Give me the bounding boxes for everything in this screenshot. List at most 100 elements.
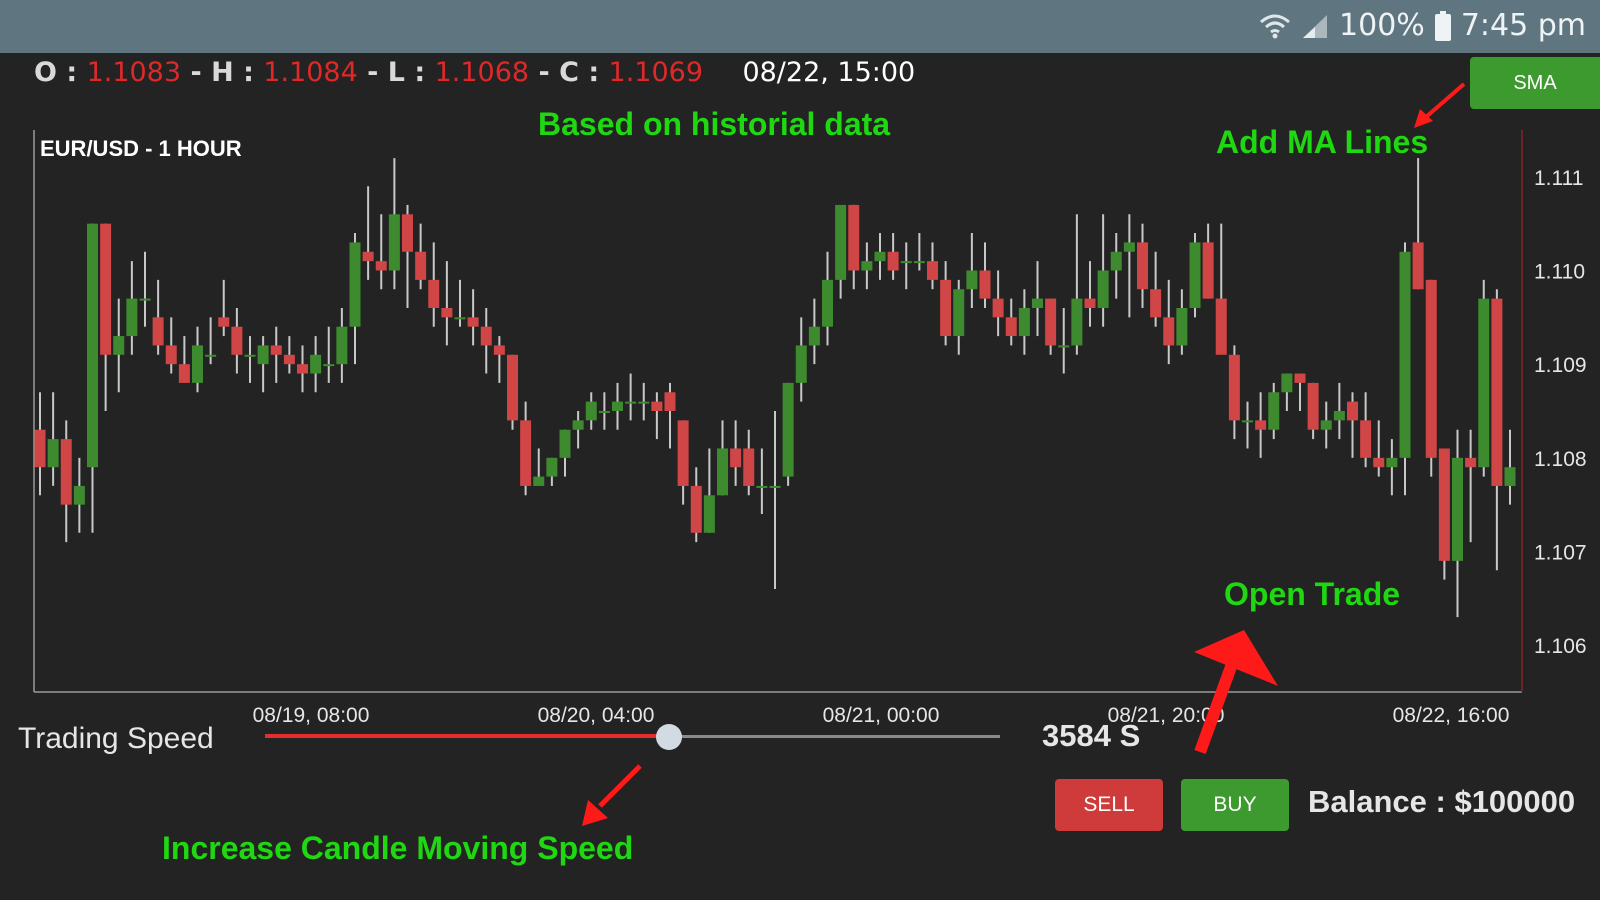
candle-body-up	[953, 289, 965, 337]
candle-body-down	[848, 204, 860, 271]
buy-button[interactable]: BUY	[1181, 779, 1289, 831]
x-tick-label: 08/22, 16:00	[1393, 704, 1510, 727]
candle-body-down	[415, 251, 427, 280]
candle-body-down	[927, 261, 938, 280]
candle-body-down	[1215, 298, 1227, 355]
candle-body-up	[795, 345, 807, 383]
candle-body-up	[1504, 467, 1516, 486]
candle-body-down	[428, 279, 440, 308]
candle-body-down	[743, 448, 755, 486]
candle-body-up	[1333, 411, 1345, 421]
candle-body-up	[336, 326, 348, 365]
candle-body-up	[717, 448, 728, 496]
candle-body-down	[677, 420, 689, 486]
candle-body-up	[244, 354, 256, 357]
candle-body-up	[1176, 307, 1188, 346]
candle-body-down	[979, 270, 991, 299]
candle-body-down	[60, 439, 72, 505]
candle-body-up	[533, 476, 545, 486]
candle-body-up	[559, 429, 571, 458]
trading-speed-slider[interactable]	[265, 724, 1000, 750]
candle-body-up	[1123, 242, 1135, 252]
arrow-head	[1194, 630, 1278, 686]
slider-fill	[265, 734, 670, 738]
candle-body-up	[1110, 251, 1122, 271]
candle-body-up	[585, 401, 597, 421]
candle-body-down	[520, 420, 532, 486]
annotation-historical: Based on historial data	[538, 106, 891, 142]
candle-body-up	[1058, 345, 1070, 348]
y-tick-label: 1.111	[1534, 167, 1583, 190]
chart-title: EUR/USD - 1 HOUR	[40, 136, 242, 161]
candle-body-down	[1084, 298, 1096, 308]
candle-body-up	[139, 298, 151, 301]
trading-speed-label: Trading Speed	[18, 722, 214, 755]
candle-body-up	[257, 345, 269, 365]
candle-body-up	[703, 495, 715, 533]
candle-body-up	[1189, 242, 1201, 308]
candle-body-down	[1150, 289, 1162, 318]
candle-body-up	[73, 485, 85, 505]
candle-body-down	[375, 261, 387, 271]
candle-body-up	[835, 204, 847, 280]
candle-body-down	[1360, 420, 1372, 458]
sell-button[interactable]: SELL	[1055, 779, 1163, 831]
candle-body-up	[310, 354, 322, 374]
candle-body-down	[940, 279, 952, 337]
candle-body-down	[730, 448, 742, 468]
candle-body-down	[1294, 373, 1306, 383]
candle-body-down	[480, 326, 492, 346]
candle-body-up	[1281, 373, 1293, 393]
candle-body-up	[861, 261, 873, 271]
y-tick-label: 1.107	[1534, 542, 1587, 565]
candle-body-up	[769, 485, 781, 488]
candle-body-down	[887, 251, 899, 271]
candle-body-down	[1412, 242, 1424, 290]
trading-speed-value: 3584 S	[1042, 718, 1141, 753]
candle-body-up	[1452, 457, 1463, 561]
candle-body-up	[546, 457, 558, 477]
y-tick-label: 1.108	[1534, 448, 1587, 471]
candle-body-down	[1465, 457, 1477, 468]
candle-body-down	[1438, 448, 1450, 561]
candle-body-down	[1307, 382, 1319, 430]
y-tick-label: 1.110	[1534, 261, 1585, 284]
candle-body-down	[1137, 242, 1148, 290]
candle-body-down	[362, 251, 374, 262]
candle-body-down	[467, 317, 479, 327]
slider-thumb[interactable]	[656, 724, 683, 750]
candle-body-down	[1491, 298, 1503, 486]
candle-body-down	[493, 345, 505, 355]
candle-body-up	[625, 401, 637, 404]
candle-body-up	[1097, 270, 1109, 308]
candle-body-up	[782, 382, 794, 477]
candle-body-up	[454, 317, 466, 320]
annotation-speed: Increase Candle Moving Speed	[162, 830, 634, 866]
candle-body-down	[1228, 354, 1240, 421]
candle-body-up	[192, 345, 203, 383]
candle-body-up	[913, 261, 925, 264]
candle-body-down	[507, 354, 518, 421]
balance-text: Balance : $100000	[1308, 784, 1576, 819]
candle-body-up	[1018, 307, 1030, 337]
candle-body-down	[1373, 457, 1385, 468]
arrow-line	[1424, 82, 1466, 119]
candle-body-down	[651, 401, 663, 411]
candle-body-down	[441, 307, 453, 318]
candle-body-up	[900, 261, 912, 264]
candle-body-up	[87, 223, 98, 468]
y-tick-label: 1.109	[1534, 354, 1587, 377]
candle-body-up	[1032, 298, 1043, 308]
candle-body-up	[205, 354, 217, 357]
candle-body-down	[1005, 317, 1017, 337]
candle-body-up	[1399, 251, 1411, 458]
candle-body-up	[388, 214, 400, 271]
candle-body-down	[1425, 279, 1437, 458]
candle-body-down	[218, 317, 230, 327]
candle-body-down	[231, 326, 243, 355]
y-tick-label: 1.106	[1534, 635, 1587, 658]
candle-body-down	[1163, 317, 1175, 346]
candle-body-up	[598, 411, 610, 413]
candle-body-up	[113, 336, 125, 355]
candle-body-down	[283, 354, 295, 365]
